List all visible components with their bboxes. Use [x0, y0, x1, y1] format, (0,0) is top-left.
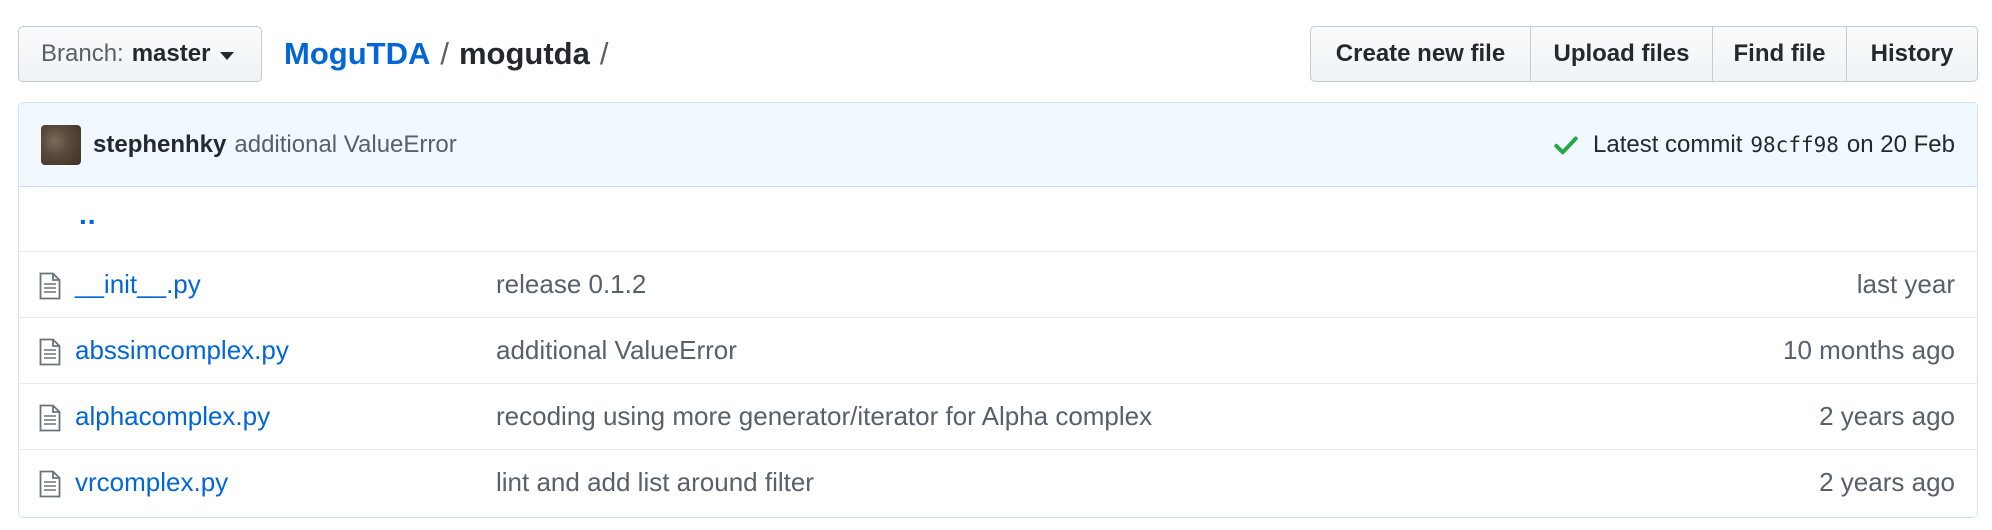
breadcrumb-separator: / [599, 36, 609, 71]
file-commit-message[interactable]: additional ValueError [496, 335, 737, 366]
latest-commit-info: Latest commit 98cff98 on 20 Feb [1553, 103, 1955, 187]
find-file-button[interactable]: Find file [1713, 27, 1847, 81]
file-commit-message[interactable]: recoding using more generator/iterator f… [496, 401, 1152, 432]
history-button[interactable]: History [1847, 27, 1977, 81]
file-commit-message[interactable]: release 0.1.2 [496, 269, 646, 300]
file-text-icon [39, 404, 61, 432]
file-age: 2 years ago [1819, 467, 1955, 497]
file-row: abssimcomplex.py additional ValueError 1… [19, 317, 1977, 383]
file-name-link[interactable]: alphacomplex.py [75, 401, 270, 432]
file-text-icon [39, 272, 61, 300]
breadcrumb-separator: / [440, 36, 449, 71]
latest-commit-label: Latest commit [1593, 131, 1743, 158]
file-name-link[interactable]: abssimcomplex.py [75, 335, 289, 366]
file-name-link[interactable]: __init__.py [75, 269, 201, 300]
breadcrumb-repo-link[interactable]: MoguTDA [284, 36, 430, 72]
file-text-icon [39, 470, 61, 498]
commit-date: on 20 Feb [1846, 131, 1955, 158]
branch-name: master [131, 40, 211, 67]
upload-files-button[interactable]: Upload files [1531, 27, 1713, 81]
file-age: 10 months ago [1782, 335, 1955, 365]
branch-select-button[interactable]: Branch: master [18, 26, 262, 82]
caret-down-icon [220, 51, 235, 60]
file-age: last year [1856, 269, 1955, 299]
file-actions-group: Create new file Upload files Find file H… [1310, 26, 1978, 82]
latest-commit-bar: stephenhky additional ValueError Latest … [19, 103, 1977, 187]
file-age: 2 years ago [1819, 401, 1955, 431]
file-browser: Branch: master MoguTDA / mogutda / Creat… [0, 0, 1992, 530]
avatar[interactable] [41, 124, 81, 165]
file-name-link[interactable]: vrcomplex.py [75, 467, 228, 498]
breadcrumb: MoguTDA / mogutda / [284, 34, 618, 74]
file-row: vrcomplex.py lint and add list around fi… [19, 449, 1977, 515]
commit-sha-link[interactable]: 98cff98 [1750, 133, 1839, 157]
create-new-file-button[interactable]: Create new file [1311, 27, 1531, 81]
branch-prefix: Branch: [41, 40, 124, 67]
file-row: __init__.py release 0.1.2 last year [19, 251, 1977, 317]
file-table: stephenhky additional ValueError Latest … [18, 102, 1978, 518]
commit-author[interactable]: stephenhky [93, 131, 226, 159]
breadcrumb-current-folder: mogutda [458, 36, 590, 71]
file-text-icon [39, 338, 61, 366]
file-commit-message[interactable]: lint and add list around filter [496, 467, 814, 498]
parent-directory-link[interactable]: .. [79, 199, 97, 231]
parent-directory-row: .. [19, 187, 1977, 251]
file-row: alphacomplex.py recoding using more gene… [19, 383, 1977, 449]
check-icon [1554, 136, 1578, 155]
commit-message[interactable]: additional ValueError [234, 131, 456, 159]
